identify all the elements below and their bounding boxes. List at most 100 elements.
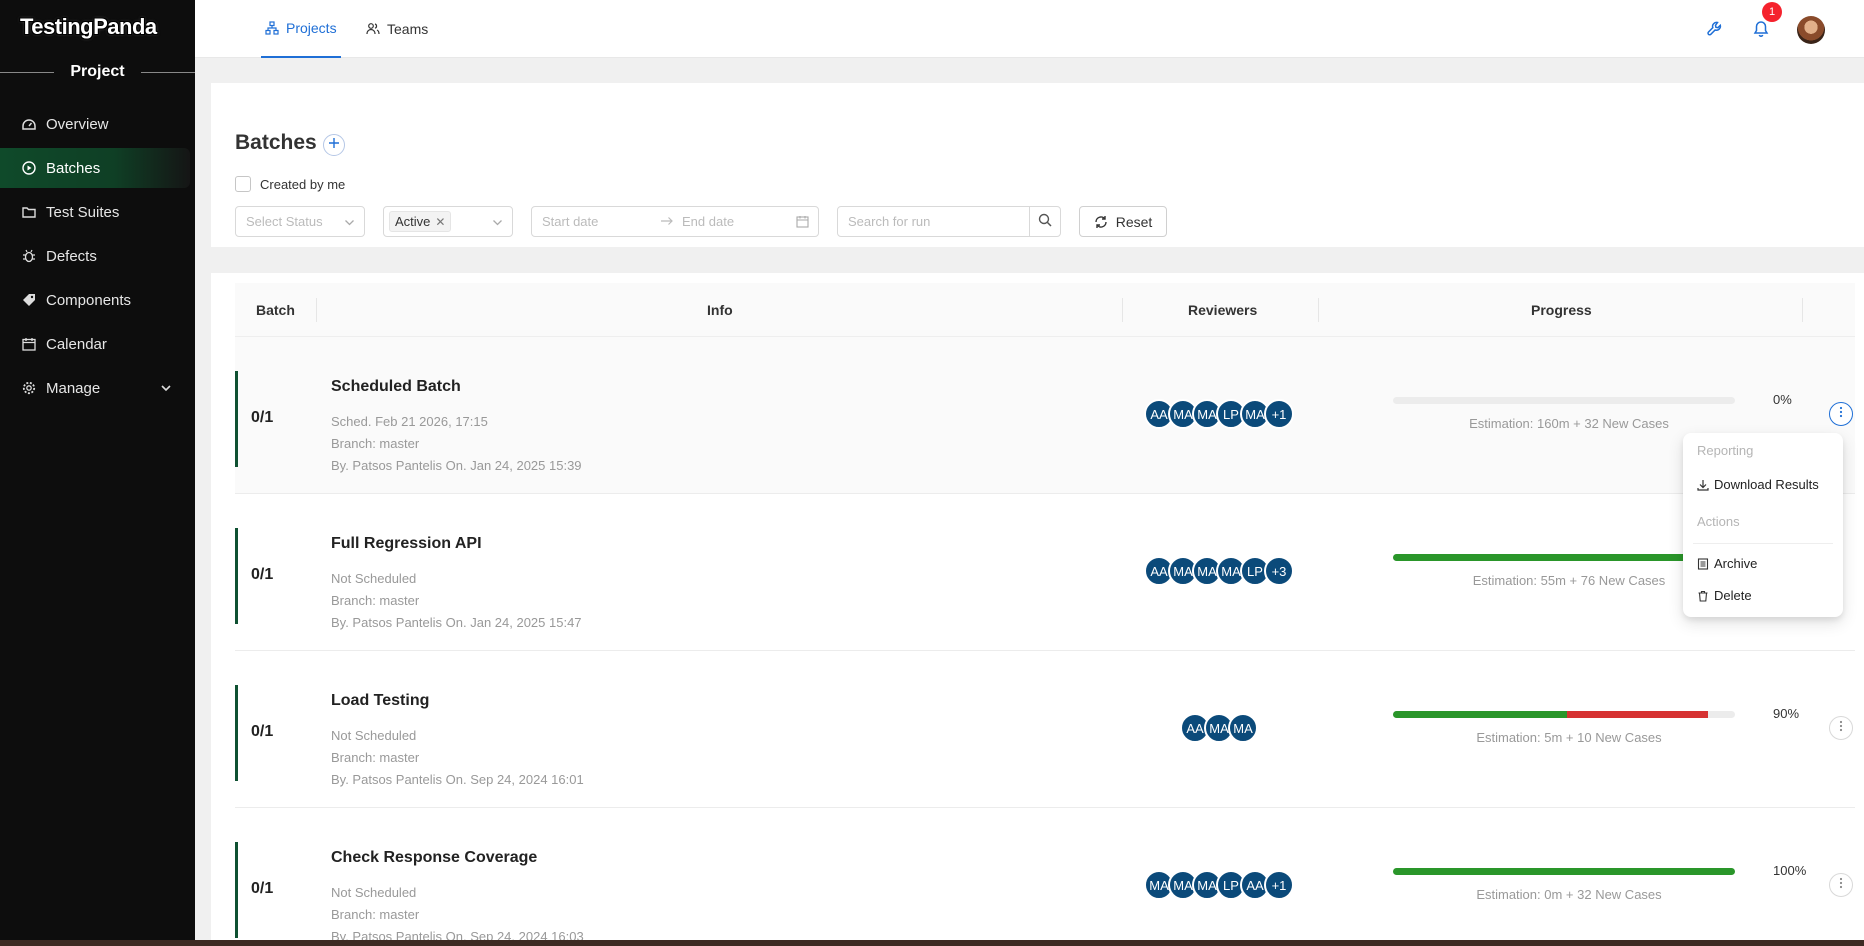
batch-branch: Branch: master <box>331 593 420 608</box>
more-vertical-icon <box>1839 719 1843 737</box>
date-range-picker[interactable]: Start date End date <box>531 206 819 237</box>
reset-label: Reset <box>1115 213 1153 230</box>
estimation-text: Estimation: 0m + 32 New Cases <box>1476 887 1662 902</box>
tag-icon <box>22 293 36 307</box>
batch-schedule: Not Scheduled <box>331 885 417 900</box>
progress-percent: 90% <box>1773 706 1800 721</box>
avatar-overflow[interactable]: +1 <box>1264 870 1294 900</box>
active-tag-label: Active <box>395 214 431 229</box>
app-logo[interactable]: TestingPanda <box>20 14 157 40</box>
gear-icon <box>22 381 36 395</box>
progress-pass <box>1393 868 1735 875</box>
batch-schedule: Sched. Feb 21 2026, 17:15 <box>331 414 488 429</box>
download-icon <box>1697 479 1709 491</box>
batch-name[interactable]: Check Response Coverage <box>331 849 537 867</box>
row-actions-button[interactable] <box>1829 402 1853 426</box>
close-icon[interactable]: ✕ <box>435 215 445 229</box>
more-vertical-icon <box>1839 405 1843 423</box>
sidebar-section-title: Project <box>0 62 195 82</box>
plus-icon <box>328 136 340 154</box>
row-actions-menu: Reporting Download Results Actions Archi… <box>1683 433 1843 617</box>
row-status-bar <box>235 371 238 467</box>
status-placeholder: Select Status <box>246 214 323 229</box>
created-by-me-label: Created by me <box>260 176 346 192</box>
team-icon <box>366 22 380 36</box>
search-input[interactable]: Search for run <box>837 206 1061 237</box>
progress-pass <box>1393 554 1694 561</box>
menu-item-archive[interactable]: Archive <box>1697 556 1757 571</box>
tab-projects[interactable]: Projects <box>261 0 341 58</box>
sidebar-item-calendar[interactable]: Calendar <box>0 324 190 364</box>
bug-icon <box>22 249 36 263</box>
trash-icon <box>1697 590 1709 602</box>
wrench-icon[interactable] <box>1704 18 1726 40</box>
sidebar-item-manage[interactable]: Manage <box>0 368 190 408</box>
table-row[interactable]: 0/1 Load Testing Not Scheduled Branch: m… <box>235 651 1855 808</box>
sidebar-item-components[interactable]: Components <box>0 280 190 320</box>
progress-fail <box>1567 711 1708 718</box>
avatar[interactable]: MA <box>1228 713 1258 743</box>
sidebar-item-overview[interactable]: Overview <box>0 104 190 144</box>
batch-name[interactable]: Load Testing <box>331 692 429 710</box>
top-header: Projects Teams 1 <box>195 0 1864 58</box>
batch-branch: Branch: master <box>331 907 420 922</box>
menu-item-label: Archive <box>1714 556 1758 571</box>
column-header-reviewers: Reviewers <box>1188 302 1258 318</box>
end-date-input[interactable]: End date <box>682 214 734 229</box>
more-vertical-icon <box>1839 876 1843 894</box>
row-actions-button[interactable] <box>1829 716 1853 740</box>
divider <box>140 71 195 73</box>
search-button[interactable] <box>1029 207 1060 236</box>
bell-icon[interactable]: 1 <box>1750 2 1782 40</box>
start-date-input[interactable]: Start date <box>542 214 652 229</box>
avatar-overflow[interactable]: +3 <box>1264 556 1294 586</box>
state-select[interactable]: Active ✕ <box>383 206 513 237</box>
column-divider <box>1122 298 1123 322</box>
batch-name[interactable]: Full Regression API <box>331 535 482 553</box>
sidebar-item-label: Calendar <box>46 335 107 353</box>
user-avatar[interactable] <box>1797 16 1825 44</box>
avatar-overflow[interactable]: +1 <box>1264 399 1294 429</box>
estimation-text: Estimation: 160m + 32 New Cases <box>1469 416 1669 431</box>
sidebar-item-batches[interactable]: Batches <box>0 148 190 188</box>
sidebar-item-label: Test Suites <box>46 203 120 221</box>
sidebar-item-label: Defects <box>46 247 97 265</box>
batch-name[interactable]: Scheduled Batch <box>331 378 461 396</box>
menu-item-download-results[interactable]: Download Results <box>1697 477 1819 492</box>
estimation-text: Estimation: 5m + 10 New Cases <box>1476 730 1662 745</box>
row-actions-button[interactable] <box>1829 873 1853 897</box>
tab-label: Teams <box>387 21 429 37</box>
reset-button[interactable]: Reset <box>1079 206 1167 237</box>
archive-icon <box>1697 557 1709 570</box>
add-batch-button[interactable] <box>323 134 345 156</box>
filters-panel: Batches Created by me Select Status Acti… <box>211 83 1864 247</box>
created-by-me-checkbox[interactable] <box>235 176 251 192</box>
search-icon <box>1038 213 1052 230</box>
menu-item-delete[interactable]: Delete <box>1697 588 1752 603</box>
batch-created-by: By. Patsos Pantelis On. Jan 24, 2025 15:… <box>331 458 582 473</box>
sidebar-item-label: Manage <box>46 379 101 397</box>
page-title: Batches <box>235 131 317 154</box>
menu-group-actions: Actions <box>1697 514 1740 529</box>
batch-branch: Branch: master <box>331 436 420 451</box>
table-row[interactable]: 0/1 Check Response Coverage Not Schedule… <box>235 808 1855 946</box>
created-by-me-filter[interactable]: Created by me <box>235 176 345 192</box>
arrow-right-icon <box>660 214 674 229</box>
progress-percent: 0% <box>1773 392 1792 407</box>
table-row[interactable]: 0/1 Scheduled Batch Sched. Feb 21 2026, … <box>235 337 1855 494</box>
reviewer-avatars: MA MA MA LP AA +1 <box>1144 870 1294 900</box>
status-select[interactable]: Select Status <box>235 206 365 237</box>
tab-teams[interactable]: Teams <box>366 0 428 58</box>
sidebar: TestingPanda Project Overview Batches Te… <box>0 0 195 946</box>
calendar-icon <box>22 337 36 351</box>
progress-percent: 100% <box>1773 863 1807 878</box>
notification-badge: 1 <box>1762 2 1782 22</box>
tab-label: Projects <box>286 20 337 36</box>
sidebar-item-label: Components <box>46 291 132 309</box>
table-row[interactable]: 0/1 Full Regression API Not Scheduled Br… <box>235 494 1855 651</box>
sidebar-item-defects[interactable]: Defects <box>0 236 190 276</box>
chevron-down-icon[interactable] <box>160 381 172 398</box>
batch-count: 0/1 <box>251 880 274 897</box>
menu-item-label: Delete <box>1714 588 1752 603</box>
sidebar-item-test-suites[interactable]: Test Suites <box>0 192 190 232</box>
